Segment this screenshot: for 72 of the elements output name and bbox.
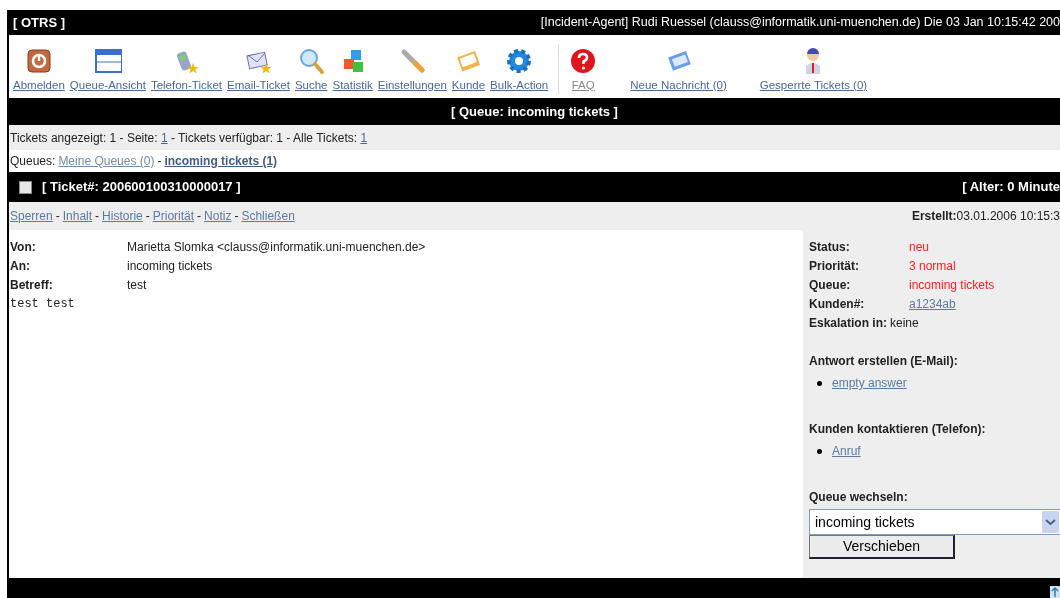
info-text: Tickets angezeigt: 1 - Seite: [10, 130, 159, 145]
separator-text: - [197, 208, 202, 225]
ticket-age: [ Alter: 0 Minute [962, 178, 1060, 197]
toolbar-link[interactable]: Neue Nachricht (0) [630, 46, 727, 94]
property-value: incoming tickets [909, 277, 995, 294]
message-body: test test [10, 296, 76, 313]
action-link[interactable]: Sperren [10, 207, 53, 225]
header-value: test [127, 277, 147, 294]
queue-link[interactable]: incoming tickets (1) [164, 152, 278, 170]
user-info: [Incident-Agent] Rudi Ruessel (clauss@informatik.uni-muenchen.de) Die 03 Jan 10:15:42 200 [540, 14, 1060, 32]
toolbar-link[interactable]: FAQ [569, 46, 598, 94]
toolbar-link[interactable]: Bulk-Action [490, 46, 549, 94]
header-label: An: [10, 258, 31, 275]
move-button[interactable]: Verschieben [809, 535, 955, 559]
property-label: Priorität: [809, 258, 860, 275]
separator-text: - [95, 208, 100, 225]
info-text: - Tickets verfügbar: 1 - Alle Tickets: [170, 130, 359, 145]
search-icon [297, 46, 326, 75]
toolbar-link[interactable]: Abmelden [13, 46, 65, 94]
separator-text: - [234, 208, 239, 225]
gear-icon [505, 46, 534, 75]
created-label: Erstellt: [911, 208, 957, 225]
logo-text: [ OTRS ] [13, 13, 65, 32]
action-link[interactable]: Historie [102, 207, 143, 225]
arrow-up-icon[interactable] [1050, 586, 1060, 598]
ticket-checkbox[interactable] [19, 180, 32, 194]
toolbar-link[interactable]: Kunde [451, 46, 486, 94]
property-label: Eskalation in: [809, 315, 888, 332]
header-value: Marietta Slomka <clauss@informatik.uni-muenchen.de> [127, 239, 426, 256]
created-date: 03.01.2006 10:15:3 [956, 208, 1060, 225]
customer-link[interactable]: a1234ab [909, 295, 956, 313]
page-link[interactable]: 1 [160, 130, 168, 145]
bullet-icon [817, 448, 822, 454]
property-label: Status: [809, 239, 851, 256]
toolbar-link[interactable]: Einstellungen [377, 46, 447, 94]
property-value: keine [890, 315, 919, 332]
contact-link[interactable]: Anruf [832, 442, 861, 460]
window-icon [93, 46, 122, 75]
action-link[interactable]: Inhalt [62, 207, 93, 225]
bullet-icon [817, 380, 822, 386]
header-label: Betreff: [10, 277, 54, 294]
header-value: incoming tickets [127, 258, 213, 275]
toolbar-separator [558, 44, 560, 94]
property-label: Kunden#: [809, 296, 866, 313]
property-value: neu [909, 239, 930, 256]
power-icon [24, 46, 53, 75]
queue-title: [ Queue: incoming tickets ] [451, 102, 618, 121]
queues-label: Queues: [10, 153, 56, 170]
toolbar-link[interactable]: Email-Ticket [227, 46, 290, 94]
move-queue-label: Queue wechseln: [809, 489, 909, 506]
answer-title: Antwort erstellen (E-Mail): [809, 353, 959, 370]
property-value: 3 normal [909, 258, 956, 275]
separator-text: - [157, 153, 162, 170]
answer-link[interactable]: empty answer [832, 374, 907, 392]
help-icon [569, 46, 598, 75]
action-link[interactable]: Priorität [152, 207, 195, 225]
property-label: Queue: [809, 277, 852, 294]
header-label: Von: [10, 239, 37, 256]
queue-link[interactable]: Meine Queues (0) [58, 152, 155, 170]
toolbar-link[interactable]: Telefon-Ticket [150, 46, 223, 94]
toolbar-link[interactable]: Gesperrte Tickets (0) [759, 46, 868, 94]
page-link[interactable]: 1 [360, 130, 368, 145]
action-link[interactable]: Schließen [241, 207, 295, 225]
separator-text: - [55, 208, 60, 225]
toolbar-link[interactable]: Suche [294, 46, 328, 94]
contact-title: Kunden kontaktieren (Telefon): [809, 421, 987, 438]
toolbar-link[interactable]: Queue-Ansicht [69, 46, 146, 94]
ticket-title: [ Ticket#: 200600100310000017 ] [42, 178, 241, 197]
separator-text: - [145, 208, 150, 225]
toolbar-link[interactable]: Statistik [332, 46, 373, 94]
action-link[interactable]: Notiz [204, 207, 232, 225]
queue-select[interactable]: incoming tickets [809, 509, 1060, 535]
